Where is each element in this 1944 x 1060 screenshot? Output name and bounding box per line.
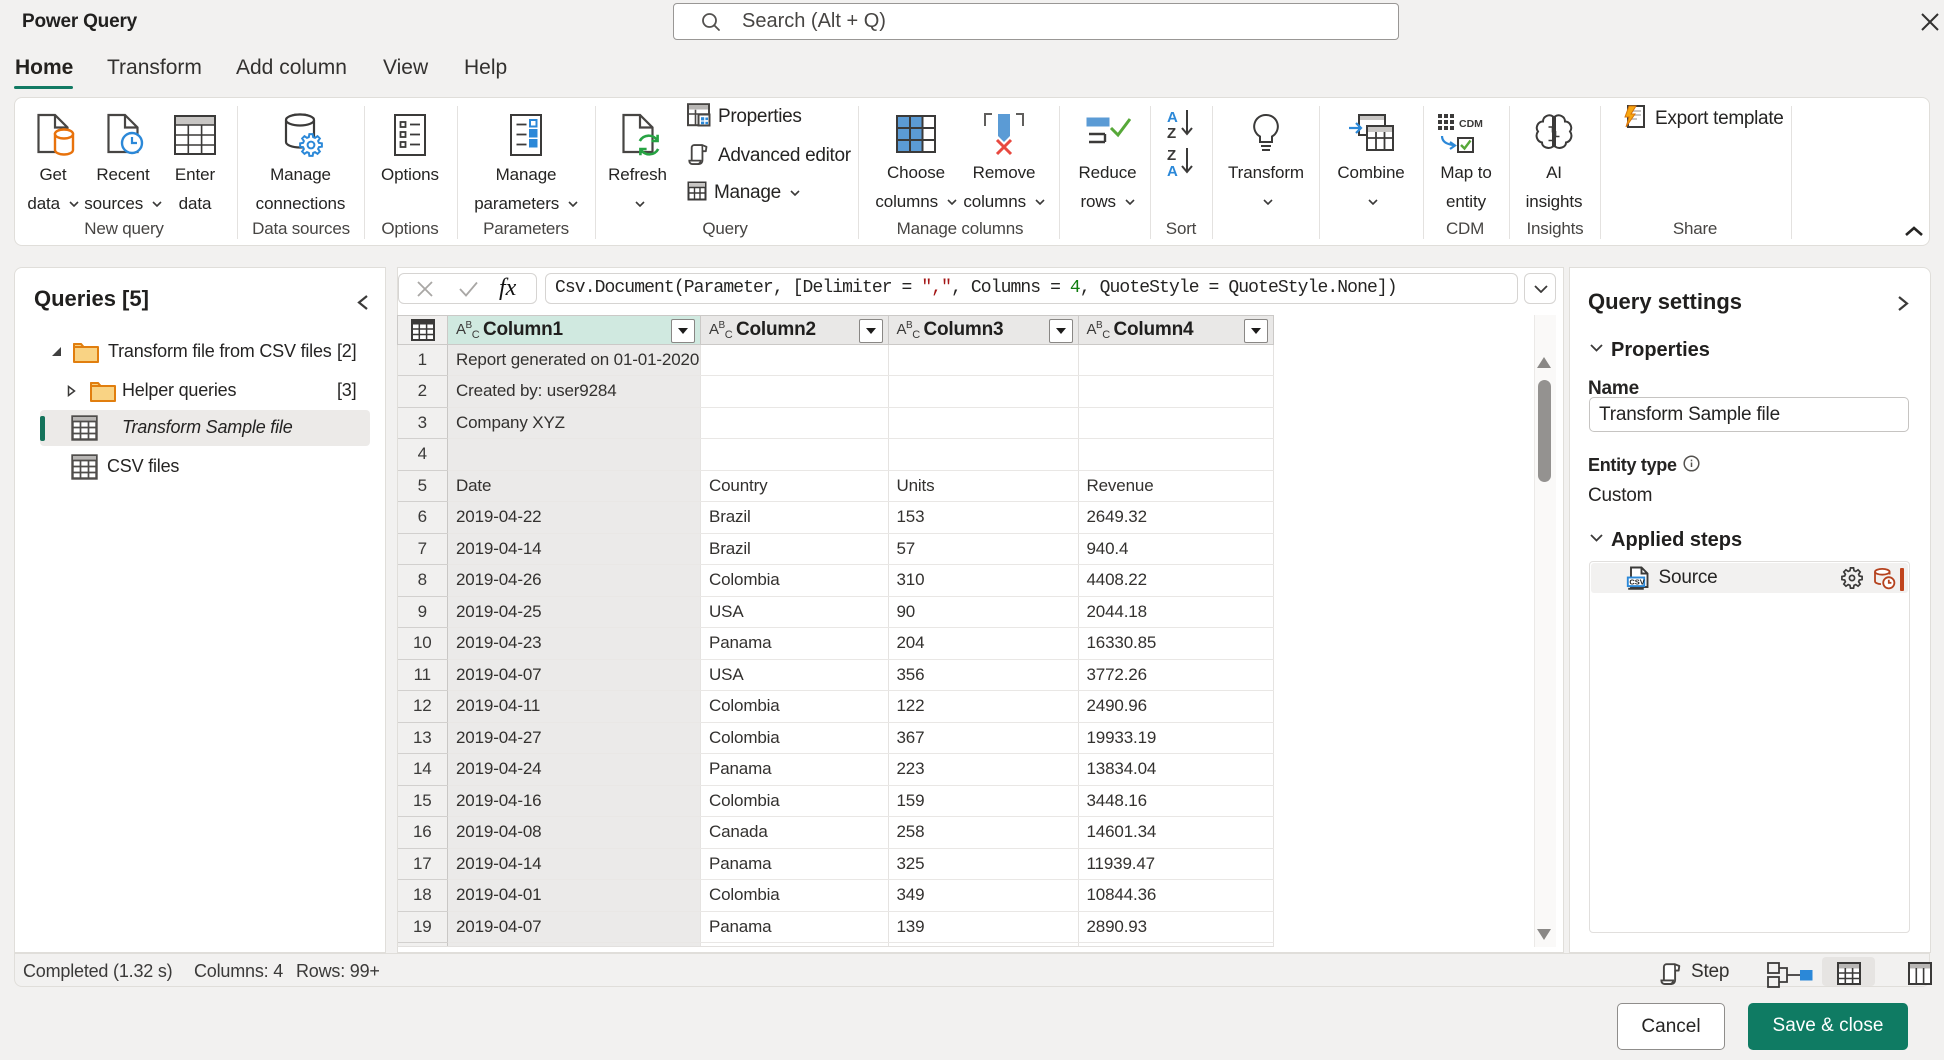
svg-text:A: A	[1167, 163, 1178, 180]
svg-text:A: A	[1167, 109, 1178, 126]
svg-text:Z: Z	[1167, 125, 1176, 142]
svg-text:CDM: CDM	[1459, 118, 1483, 130]
svg-text:CSV: CSV	[1629, 577, 1644, 586]
svg-text:Z: Z	[1167, 147, 1176, 164]
